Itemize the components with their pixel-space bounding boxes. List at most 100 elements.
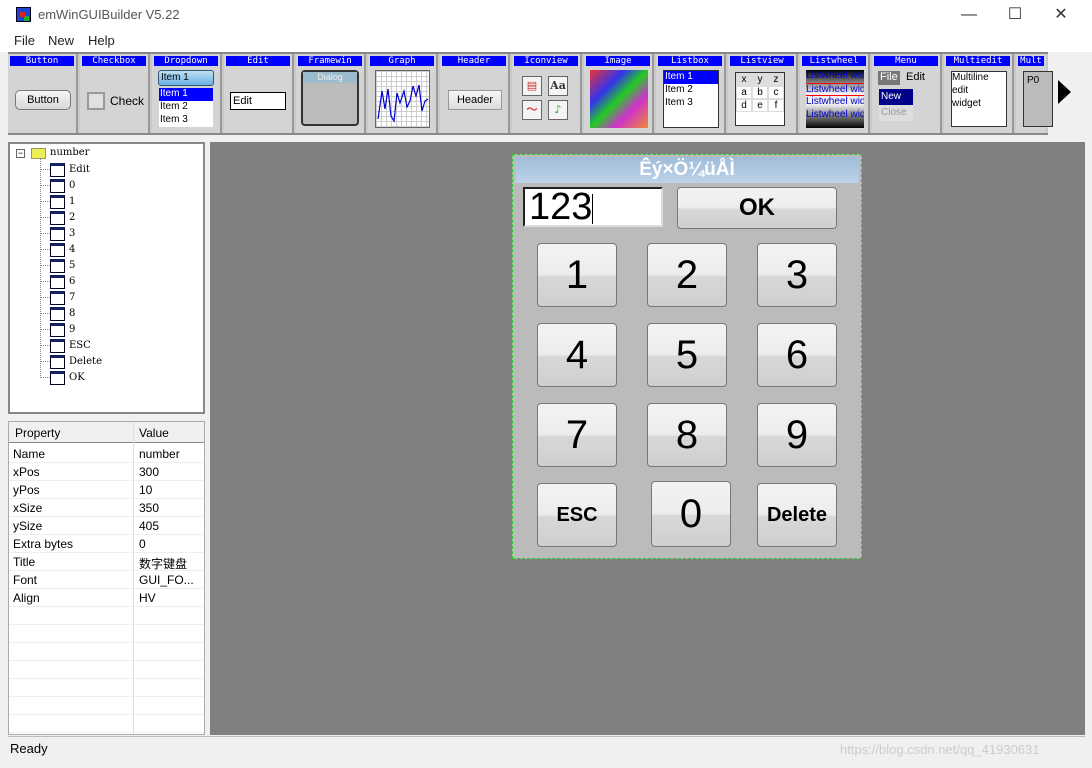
dropdown-item: Item 1 (159, 88, 213, 101)
property-row[interactable]: Name number (9, 445, 204, 463)
property-value[interactable]: GUI_FO... (139, 573, 194, 587)
window-icon (50, 259, 65, 273)
toolbar-widget-edit[interactable]: Edit Edit (224, 54, 294, 133)
property-row[interactable]: Title 数字键盘 (9, 553, 204, 571)
tree-item[interactable]: 6 (69, 276, 75, 287)
property-row[interactable]: ySize 405 (9, 517, 204, 535)
property-value[interactable]: number (139, 447, 180, 461)
key-5-button[interactable]: 5 (647, 323, 727, 387)
toolbar-widget-menu[interactable]: Menu File Edit New Close (872, 54, 942, 133)
tree-line (40, 297, 50, 298)
menu-preview-item: File (878, 71, 900, 85)
key-8-button[interactable]: 8 (647, 403, 727, 467)
tree-item[interactable]: 7 (69, 292, 75, 303)
property-row[interactable]: Align HV (9, 589, 204, 607)
toolbar-widget-dropdown[interactable]: Dropdown Item 1 Item 1 Item 2 Item 3 (152, 54, 222, 133)
property-value[interactable]: 350 (139, 501, 159, 515)
toolbar-widget-mult[interactable]: Mult P0 (1016, 54, 1053, 133)
property-row[interactable]: xPos 300 (9, 463, 204, 481)
tree-item[interactable]: 2 (69, 212, 75, 223)
tree-item[interactable]: Edit (69, 164, 90, 175)
key-2-button[interactable]: 2 (647, 243, 727, 307)
tree-item[interactable]: 4 (69, 244, 75, 255)
window-icon (50, 275, 65, 289)
toolbar-widget-multiedit[interactable]: Multiedit Multiline edit widget (944, 54, 1014, 133)
key-7-button[interactable]: 7 (537, 403, 617, 467)
property-row[interactable] (9, 715, 204, 733)
property-row[interactable] (9, 679, 204, 697)
key-delete-button[interactable]: Delete (757, 483, 837, 547)
ok-button[interactable]: OK (677, 187, 837, 229)
key-esc-button[interactable]: ESC (537, 483, 617, 547)
tree-item[interactable]: 9 (69, 324, 75, 335)
multiedit-line: Multiline (952, 72, 989, 83)
property-row[interactable]: yPos 10 (9, 481, 204, 499)
toolbar-widget-checkbox[interactable]: Checkbox Check (80, 54, 150, 133)
property-row[interactable]: xSize 350 (9, 499, 204, 517)
property-row[interactable]: Extra bytes 0 (9, 535, 204, 553)
property-row[interactable] (9, 625, 204, 643)
property-row[interactable] (9, 643, 204, 661)
menu-file[interactable]: File (14, 33, 35, 48)
tree-root[interactable]: number (50, 147, 89, 158)
window-icon (50, 211, 65, 225)
toolbar-widget-button[interactable]: Button Button (8, 54, 78, 133)
window-icon (50, 307, 65, 321)
toolbar-widget-listbox[interactable]: Listbox Item 1 Item 2 Item 3 (656, 54, 726, 133)
widget-preview: ▤ Aa 〜 ♪ (512, 66, 580, 132)
tree-item[interactable]: 5 (69, 260, 75, 271)
edit-value: 123 (529, 186, 593, 228)
tree-item[interactable]: 3 (69, 228, 75, 239)
property-row[interactable] (9, 697, 204, 715)
menu-new[interactable]: New (48, 33, 74, 48)
widget-header: Header (442, 56, 506, 66)
property-row[interactable]: Font GUI_FO... (9, 571, 204, 589)
property-value[interactable]: 0 (139, 537, 146, 551)
toolbar-widget-header[interactable]: Header Header (440, 54, 510, 133)
window-icon (50, 227, 65, 241)
maximize-button[interactable]: ☐ (992, 4, 1038, 26)
property-row[interactable] (9, 661, 204, 679)
property-row[interactable] (9, 607, 204, 625)
widget-header: Listwheel (802, 56, 866, 66)
property-value[interactable]: 数字键盘 (139, 555, 187, 572)
toolbar-widget-framewin[interactable]: Framewin Dialog (296, 54, 366, 133)
tree-item[interactable]: ESC (69, 340, 91, 351)
property-name: Font (13, 573, 38, 587)
toolbar-widget-listview[interactable]: Listview x y z a b c d e f (728, 54, 798, 133)
dialog-number[interactable]: Êý×Ö¼üÅÌ 123 OK 1 2 3 4 5 6 7 8 9 ESC 0 Delete (512, 154, 862, 559)
key-6-button[interactable]: 6 (757, 323, 837, 387)
property-value[interactable]: 300 (139, 465, 159, 479)
toolbar-widget-graph[interactable]: Graph (368, 54, 438, 133)
widget-header: Image (586, 56, 650, 66)
widget-preview: Check (80, 66, 148, 132)
toolbar-widget-iconview[interactable]: Iconview ▤ Aa 〜 ♪ (512, 54, 582, 133)
tree-item[interactable]: Delete (69, 356, 102, 367)
key-0-button[interactable]: 0 (651, 481, 731, 547)
tree-line (40, 217, 50, 218)
property-value[interactable]: 10 (139, 483, 152, 497)
minimize-button[interactable]: — (946, 4, 992, 26)
key-3-button[interactable]: 3 (757, 243, 837, 307)
menu-help[interactable]: Help (88, 33, 115, 48)
tree-item[interactable]: 8 (69, 308, 75, 319)
toolbar-widget-image[interactable]: Image (584, 54, 654, 133)
widget-preview: File Edit New Close (872, 66, 940, 132)
toolbar-widget-listwheel[interactable]: Listwheel Listwheel wid Listwheel wid Listw… (800, 54, 870, 133)
property-value[interactable]: 405 (139, 519, 159, 533)
property-value[interactable]: HV (139, 591, 156, 605)
key-9-button[interactable]: 9 (757, 403, 837, 467)
collapse-icon[interactable]: − (16, 149, 25, 158)
tree-item[interactable]: 0 (69, 180, 75, 191)
font-icon: Aa (548, 76, 568, 96)
key-4-button[interactable]: 4 (537, 323, 617, 387)
tree-item[interactable]: 1 (69, 196, 75, 207)
close-button[interactable]: ✕ (1038, 4, 1084, 26)
widget-preview: Header (440, 66, 508, 132)
scroll-right-arrow-icon[interactable] (1058, 80, 1071, 104)
chart-icon: 〜 (522, 100, 542, 120)
tree-item[interactable]: OK (69, 372, 85, 383)
key-1-button[interactable]: 1 (537, 243, 617, 307)
number-edit[interactable]: 123 (523, 187, 663, 227)
property-name: Title (13, 555, 36, 569)
